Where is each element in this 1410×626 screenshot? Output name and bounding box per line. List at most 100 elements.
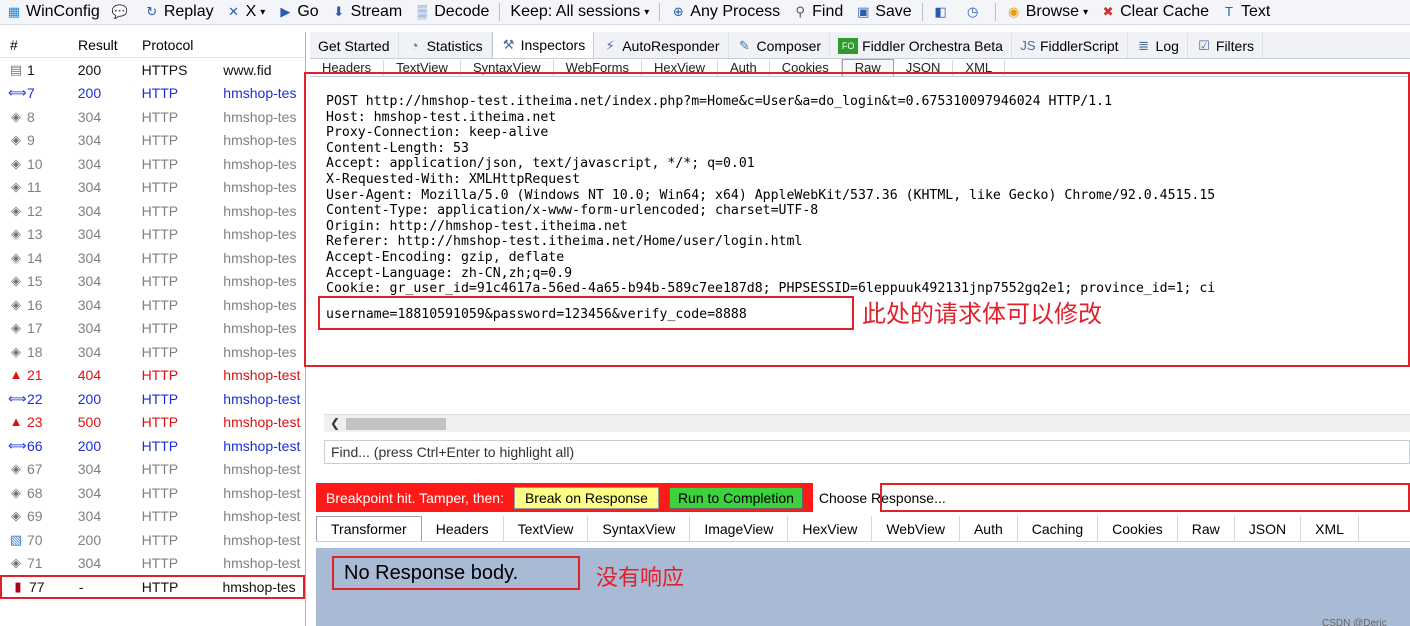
toolbar-item-save[interactable]: ▣ Save [849, 0, 917, 24]
tab-fiddler-orchestra-beta[interactable]: FO Fiddler Orchestra Beta [830, 33, 1012, 58]
session-row[interactable]: ▮ 77 - HTTP hmshop-tes [0, 575, 305, 599]
column-header-result[interactable]: Result [74, 37, 138, 53]
tab-fiddlerscript[interactable]: JS FiddlerScript [1012, 33, 1128, 58]
toolbar-item-stream[interactable]: ⬇ Stream [325, 0, 409, 24]
response-subtab-cookies[interactable]: Cookies [1098, 516, 1178, 541]
session-row[interactable]: ◈ 10 304 HTTP hmshop-tes [0, 152, 305, 176]
response-subtab-hexview[interactable]: HexView [788, 516, 873, 541]
column-header-protocol[interactable]: Protocol [138, 37, 220, 53]
session-row[interactable]: ◈ 71 304 HTTP hmshop-test [0, 552, 305, 576]
session-protocol: HTTP [141, 508, 179, 525]
session-row[interactable]: ⟺ 7 200 HTTP hmshop-tes [0, 82, 305, 106]
response-subtab-transformer[interactable]: Transformer [316, 516, 422, 541]
screenshot-icon: ◧ [934, 4, 947, 19]
response-subtab-caching[interactable]: Caching [1018, 516, 1099, 541]
session-row[interactable]: ◈ 8 304 HTTP hmshop-tes [0, 105, 305, 129]
session-row[interactable]: ◈ 67 304 HTTP hmshop-test [0, 458, 305, 482]
session-row[interactable]: ▤ 1 200 HTTPS www.fid [0, 58, 305, 82]
session-host: hmshop-test [223, 531, 301, 548]
toolbar-item-any-process[interactable]: ⊕ Any Process [664, 0, 786, 24]
session-row[interactable]: ⟺ 22 200 HTTP hmshop-test [0, 387, 305, 411]
toolbar-item-go[interactable]: ▶ Go [271, 0, 324, 24]
toolbar-item-comment[interactable]: 💬 [106, 0, 138, 24]
session-protocol: HTTP [141, 226, 179, 243]
tab-log[interactable]: ≣ Log [1128, 33, 1188, 58]
session-host: hmshop-test [223, 367, 301, 384]
session-host: hmshop-test [223, 390, 301, 407]
tab-autoresponder[interactable]: ⚡ AutoResponder [594, 33, 729, 58]
session-row[interactable]: ◈ 16 304 HTTP hmshop-tes [0, 293, 305, 317]
find-input[interactable]: Find... (press Ctrl+Enter to highlight a… [324, 440, 1410, 464]
toolbar-item-replay[interactable]: ↻ Replay [138, 0, 220, 24]
inspectors-icon: ⚒ [502, 37, 515, 52]
session-protocol: HTTP [141, 85, 179, 102]
session-host: hmshop-tes [222, 578, 296, 595]
session-row[interactable]: ◈ 13 304 HTTP hmshop-tes [0, 223, 305, 247]
scroll-left-icon[interactable]: ❮ [330, 416, 340, 430]
session-row[interactable]: ⟺ 66 200 HTTP hmshop-test [0, 434, 305, 458]
tab-composer[interactable]: ✎ Composer [729, 33, 831, 58]
session-number: ◈ 17 [0, 320, 74, 336]
response-subtab-syntaxview[interactable]: SyntaxView [588, 516, 691, 541]
tab-statistics[interactable]: ◔ Statistics [399, 33, 492, 58]
annotation-box-breakpoint [880, 483, 1410, 512]
session-row[interactable]: ◈ 14 304 HTTP hmshop-tes [0, 246, 305, 270]
response-subtab-raw[interactable]: Raw [1178, 516, 1235, 541]
toolbar-item-decode[interactable]: ▒ Decode [408, 0, 495, 24]
scrollbar-thumb[interactable] [346, 418, 446, 430]
session-host: hmshop-tes [223, 320, 297, 337]
session-row[interactable]: ◈ 18 304 HTTP hmshop-tes [0, 340, 305, 364]
break-on-response-button[interactable]: Break on Response [513, 486, 659, 509]
session-row[interactable]: ▲ 21 404 HTTP hmshop-test [0, 364, 305, 388]
tab-get-started[interactable]: Get Started [310, 33, 399, 58]
response-subtab-xml[interactable]: XML [1301, 516, 1359, 541]
toolbar-item-timer[interactable]: ◷ [959, 0, 991, 24]
session-row[interactable]: ◈ 9 304 HTTP hmshop-tes [0, 129, 305, 153]
tab-filters[interactable]: ☑ Filters [1188, 33, 1264, 58]
session-number: ◈ 67 [0, 461, 74, 477]
toolbar-item-browse[interactable]: ◉ Browse ▾ [1000, 0, 1094, 24]
tab-inspectors[interactable]: ⚒ Inspectors [491, 32, 595, 58]
response-subtab-textview[interactable]: TextView [504, 516, 589, 541]
tab-label: FiddlerScript [1039, 37, 1119, 54]
toolbar-item-find[interactable]: ⚲ Find [786, 0, 849, 24]
session-row[interactable]: ◈ 69 304 HTTP hmshop-test [0, 505, 305, 529]
tab-label: Composer [756, 37, 822, 54]
response-subtab-auth[interactable]: Auth [960, 516, 1018, 541]
response-subtab-webview[interactable]: WebView [872, 516, 960, 541]
session-row[interactable]: ◈ 15 304 HTTP hmshop-tes [0, 270, 305, 294]
session-number-text: 10 [27, 155, 43, 172]
toolbar-item-keep-all-sessions[interactable]: Keep: All sessions ▾ [504, 0, 655, 24]
response-subtab-imageview[interactable]: ImageView [690, 516, 789, 541]
session-row[interactable]: ▧ 70 200 HTTP hmshop-test [0, 528, 305, 552]
cache-icon: ◈ [11, 179, 21, 195]
toolbar-item-clear-cache[interactable]: ✖ Clear Cache [1094, 0, 1215, 24]
response-subtab-json[interactable]: JSON [1235, 516, 1302, 541]
toolbar-item-text[interactable]: T Text [1215, 0, 1276, 24]
response-subtab-headers[interactable]: Headers [422, 516, 504, 541]
session-protocol: HTTP [141, 132, 179, 149]
clear-cache-icon: ✖ [1102, 4, 1114, 19]
toolbar-item-screenshot[interactable]: ◧ [927, 0, 959, 24]
cache-icon: ◈ [11, 132, 21, 148]
session-number-text: 18 [27, 343, 43, 360]
horizontal-scrollbar[interactable]: ❮ [324, 414, 1410, 432]
cache-icon: ◈ [11, 461, 21, 477]
log-icon: ≣ [1138, 37, 1149, 53]
session-result: 200 [77, 531, 102, 548]
session-row[interactable]: ◈ 17 304 HTTP hmshop-tes [0, 317, 305, 341]
toolbar-item-x[interactable]: ✕ X ▾ [220, 0, 272, 24]
session-number: ◈ 9 [0, 132, 74, 148]
session-row[interactable]: ◈ 68 304 HTTP hmshop-test [0, 481, 305, 505]
session-row[interactable]: ◈ 11 304 HTTP hmshop-tes [0, 176, 305, 200]
session-row[interactable]: ◈ 12 304 HTTP hmshop-tes [0, 199, 305, 223]
response-subtabs: Transformer Headers TextView SyntaxView Imag… [316, 516, 1410, 542]
session-number: ◈ 11 [0, 179, 74, 195]
run-to-completion-button[interactable]: Run to Completion [668, 486, 803, 509]
inspector-panel: Get Started ◔ Statistics ⚒ Inspectors ⚡ AutoRe… [304, 32, 1410, 626]
session-row[interactable]: ▲ 23 500 HTTP hmshop-test [0, 411, 305, 435]
toolbar-item-winconfig[interactable]: ▦ WinConfig [0, 0, 106, 24]
tab-label: Statistics [426, 37, 483, 54]
session-result: 200 [77, 85, 102, 102]
column-header-number[interactable]: # [0, 37, 74, 53]
